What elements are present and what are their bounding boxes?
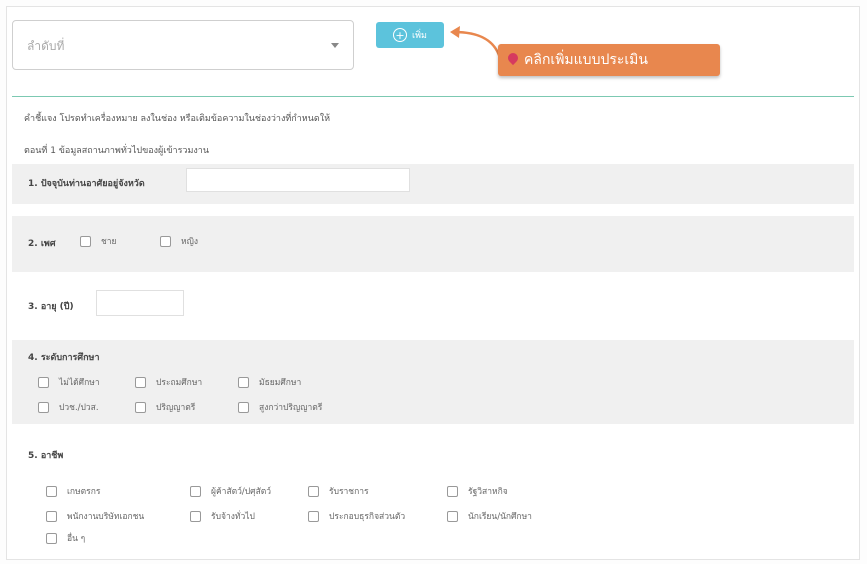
checkbox[interactable] xyxy=(38,401,49,413)
occupation-option[interactable]: นักเรียน/นักศึกษา xyxy=(447,509,532,523)
question-row-gender xyxy=(12,216,854,272)
education-option[interactable]: ไม่ได้ศึกษา xyxy=(38,375,100,389)
option-label: ชาย xyxy=(101,237,117,247)
occupation-option[interactable]: รับจ้างทั่วไป xyxy=(190,509,255,523)
checkbox[interactable] xyxy=(80,235,91,247)
checkbox[interactable] xyxy=(46,532,57,544)
callout-text: คลิกเพิ่มแบบประเมิน xyxy=(524,52,648,68)
plus-circle-icon: + xyxy=(393,28,408,42)
pin-icon xyxy=(505,50,521,66)
question-gender-label: 2. เพศ xyxy=(28,239,56,249)
checkbox[interactable] xyxy=(447,485,458,497)
option-label: ผู้ค้าสัตว์/ปศุสัตว์ xyxy=(211,487,272,497)
divider xyxy=(12,96,854,97)
checkbox[interactable] xyxy=(135,376,146,388)
add-button-label: เพิ่ม xyxy=(412,31,427,41)
occupation-option[interactable]: พนักงานบริษัทเอกชน xyxy=(46,509,144,523)
option-label: ประกอบธุรกิจส่วนตัว xyxy=(329,512,406,522)
checkbox[interactable] xyxy=(308,510,319,522)
question-age-label: 3. อายุ (ปี) xyxy=(28,302,74,312)
checkbox[interactable] xyxy=(46,510,57,522)
education-option[interactable]: ประถมศึกษา xyxy=(135,375,202,389)
question-education-label: 4. ระดับการศึกษา xyxy=(28,353,100,363)
instructions: คำชี้แจง โปรดทำเครื่องหมาย ลงในช่อง หรือ… xyxy=(24,114,331,124)
option-label: เกษตรกร xyxy=(67,487,101,497)
checkbox[interactable] xyxy=(135,401,146,413)
option-label: ปริญญาตรี xyxy=(156,403,196,413)
option-label: พนักงานบริษัทเอกชน xyxy=(67,512,145,522)
checkbox[interactable] xyxy=(238,376,249,388)
option-label: อื่น ๆ xyxy=(67,534,86,544)
question-occupation-label: 5. อาชีพ xyxy=(28,451,64,461)
option-label: ประถมศึกษา xyxy=(156,378,203,388)
option-label: หญิง xyxy=(181,237,198,247)
occupation-option[interactable]: เกษตรกร xyxy=(46,484,100,498)
option-label: นักเรียน/นักศึกษา xyxy=(468,512,532,522)
callout-banner: คลิกเพิ่มแบบประเมิน xyxy=(498,44,720,76)
checkbox[interactable] xyxy=(46,485,57,497)
option-label: รับราชการ xyxy=(329,487,369,497)
checkbox[interactable] xyxy=(190,510,201,522)
option-label: มัธยมศึกษา xyxy=(259,378,302,388)
education-option[interactable]: ปวช./ปวส. xyxy=(38,400,99,414)
gender-option-male[interactable]: ชาย xyxy=(80,234,117,248)
question-province-label: 1. ปัจจุบันท่านอาศัยอยู่จังหวัด xyxy=(28,179,145,189)
chevron-down-icon xyxy=(331,43,339,48)
checkbox[interactable] xyxy=(308,485,319,497)
checkbox[interactable] xyxy=(190,485,201,497)
option-label: รัฐวิสาหกิจ xyxy=(468,487,508,497)
add-button[interactable]: + เพิ่ม xyxy=(376,22,444,48)
sequence-select-placeholder: ลำดับที่ xyxy=(27,39,65,53)
occupation-option[interactable]: อื่น ๆ xyxy=(46,531,85,545)
form-container xyxy=(6,6,860,560)
education-option[interactable]: สูงกว่าปริญญาตรี xyxy=(238,400,322,414)
option-label: ปวช./ปวส. xyxy=(59,403,99,413)
occupation-option[interactable]: ประกอบธุรกิจส่วนตัว xyxy=(308,509,405,523)
province-input[interactable] xyxy=(186,168,410,192)
option-label: ไม่ได้ศึกษา xyxy=(59,378,100,388)
option-label: รับจ้างทั่วไป xyxy=(211,512,255,522)
occupation-option[interactable]: รัฐวิสาหกิจ xyxy=(447,484,508,498)
checkbox[interactable] xyxy=(238,401,249,413)
callout-arrow-icon xyxy=(450,26,502,59)
gender-option-female[interactable]: หญิง xyxy=(160,234,198,248)
occupation-option[interactable]: ผู้ค้าสัตว์/ปศุสัตว์ xyxy=(190,484,271,498)
option-label: สูงกว่าปริญญาตรี xyxy=(259,403,323,413)
education-option[interactable]: ปริญญาตรี xyxy=(135,400,195,414)
checkbox[interactable] xyxy=(38,376,49,388)
section-title: ตอนที่ 1 ข้อมูลสถานภาพทั่วไปของผู้เข้ารว… xyxy=(24,146,210,156)
education-option[interactable]: มัธยมศึกษา xyxy=(238,375,301,389)
checkbox[interactable] xyxy=(447,510,458,522)
checkbox[interactable] xyxy=(160,235,171,247)
occupation-option[interactable]: รับราชการ xyxy=(308,484,369,498)
sequence-select[interactable]: ลำดับที่ xyxy=(12,20,354,70)
age-input[interactable] xyxy=(96,290,184,316)
